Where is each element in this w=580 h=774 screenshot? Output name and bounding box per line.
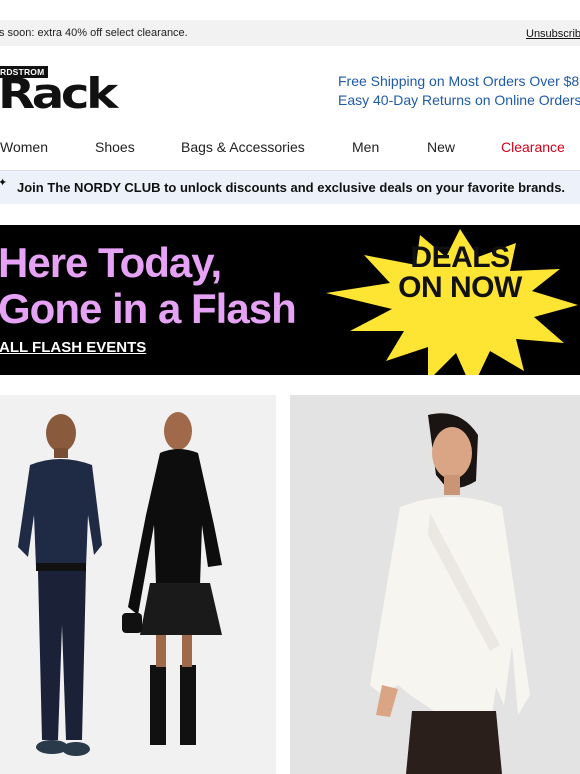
burst-line1: DEALS bbox=[410, 241, 510, 274]
nav-item-clearance[interactable]: Clearance bbox=[501, 139, 565, 155]
nav-item-bags-accessories[interactable]: Bags & Accessories bbox=[181, 139, 305, 155]
unsubscribe-link[interactable]: Unsubscrib bbox=[526, 28, 580, 40]
nav-item-men[interactable]: Men bbox=[352, 139, 379, 155]
all-flash-events-link[interactable]: ALL FLASH EVENTS bbox=[0, 339, 146, 356]
couple-outfits-photo[interactable] bbox=[0, 395, 276, 774]
wrap-shirt-model-illustration bbox=[370, 413, 530, 774]
hero-headline-line1: Here Today, bbox=[0, 239, 222, 286]
free-shipping-link[interactable]: Free Shipping on Most Orders Over $8 bbox=[338, 72, 580, 91]
preheader-bar: s soon: extra 40% off select clearance. … bbox=[0, 20, 580, 46]
nordy-club-banner[interactable]: ✦ Join The NORDY CLUB to unlock discount… bbox=[0, 171, 580, 204]
easy-returns-link[interactable]: Easy 40-Day Returns on Online Orders bbox=[338, 91, 580, 110]
logo-brand-main: Rack bbox=[0, 69, 118, 118]
preheader-text: s soon: extra 40% off select clearance. bbox=[0, 27, 188, 39]
white-wrap-shirt-photo[interactable] bbox=[290, 395, 580, 774]
nav-item-women[interactable]: Women bbox=[0, 139, 48, 155]
couple-figures-illustration bbox=[18, 412, 222, 756]
flash-events-hero[interactable]: Here Today, Gone in a Flash ALL FLASH EV… bbox=[0, 225, 580, 375]
nordstrom-rack-logo[interactable]: RDSTROM Rack bbox=[0, 66, 118, 116]
category-nav: Women Shoes Bags & Accessories Men New C… bbox=[0, 138, 580, 160]
hero-headline: Here Today, Gone in a Flash bbox=[0, 239, 297, 332]
sparkle-icon: ✦ bbox=[0, 177, 8, 189]
nav-item-new[interactable]: New bbox=[427, 139, 455, 155]
nav-item-shoes[interactable]: Shoes bbox=[95, 139, 135, 155]
hero-headline-line2: Gone in a Flash bbox=[0, 285, 297, 332]
promo-links: Free Shipping on Most Orders Over $8 Eas… bbox=[338, 72, 580, 110]
burst-line2: ON NOW bbox=[398, 271, 522, 304]
nordy-club-text: Join The NORDY CLUB to unlock discounts … bbox=[17, 180, 566, 195]
deals-on-now-text: DEALS ON NOW bbox=[370, 243, 550, 303]
